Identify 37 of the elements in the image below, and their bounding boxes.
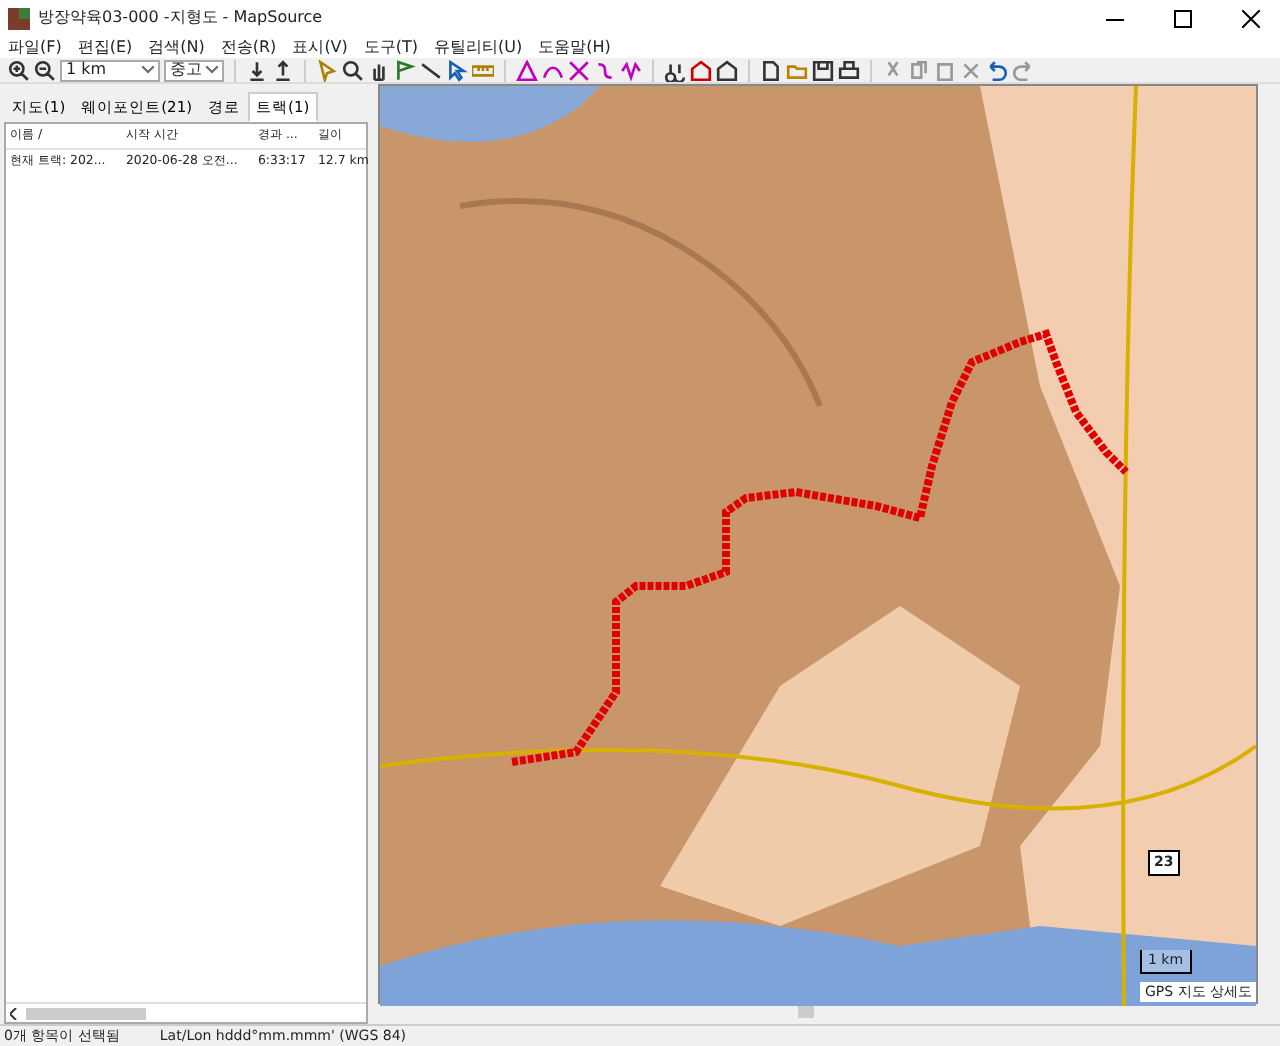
maximize-icon <box>1173 9 1191 27</box>
scale-dropdown[interactable]: 1 km <box>60 59 160 81</box>
menu-item[interactable]: 도구(T) <box>363 35 419 59</box>
receive-icon[interactable] <box>246 59 268 81</box>
new-file-icon[interactable] <box>760 59 782 81</box>
app-icon <box>8 7 30 29</box>
window-title: 방장약육03-000 -지형도 - MapSource <box>38 6 325 30</box>
zoom-in-icon[interactable] <box>8 59 30 81</box>
menu-item[interactable]: 편집(E) <box>77 35 133 59</box>
menu-item[interactable]: 유틸리티(U) <box>434 35 523 59</box>
caret-icon <box>142 66 154 74</box>
menu-item[interactable]: 검색(N) <box>148 35 205 59</box>
scrollbar-thumb[interactable] <box>798 1006 814 1018</box>
save-icon[interactable] <box>812 59 834 81</box>
route-icon[interactable] <box>568 59 590 81</box>
menu-item[interactable]: 도움말(H) <box>538 35 611 59</box>
close-icon <box>1241 9 1259 27</box>
detail-dropdown[interactable]: 중고 <box>164 59 224 81</box>
scrollbar-thumb[interactable] <box>26 1007 146 1019</box>
zoom-out-icon[interactable] <box>34 59 56 81</box>
flag-icon[interactable] <box>394 59 416 81</box>
waypoint-icon[interactable] <box>516 59 538 81</box>
menu-item[interactable]: 파일(F) <box>8 35 62 59</box>
send-icon[interactable] <box>272 59 294 81</box>
track-line[interactable] <box>511 329 1129 766</box>
caret-icon <box>206 66 218 74</box>
menu-item[interactable]: 전송(R) <box>220 35 277 59</box>
print-icon[interactable] <box>838 59 860 81</box>
ruler-icon[interactable] <box>472 59 494 81</box>
scroll-left-icon[interactable] <box>10 1007 18 1019</box>
hand-icon[interactable] <box>368 59 390 81</box>
zoom-tool-icon[interactable] <box>342 59 364 81</box>
undo-icon[interactable] <box>986 59 1008 81</box>
curve-icon[interactable] <box>594 59 616 81</box>
menu-item[interactable]: 표시(V) <box>292 35 348 59</box>
pointer-icon[interactable] <box>446 59 468 81</box>
trace-icon[interactable] <box>620 59 642 81</box>
